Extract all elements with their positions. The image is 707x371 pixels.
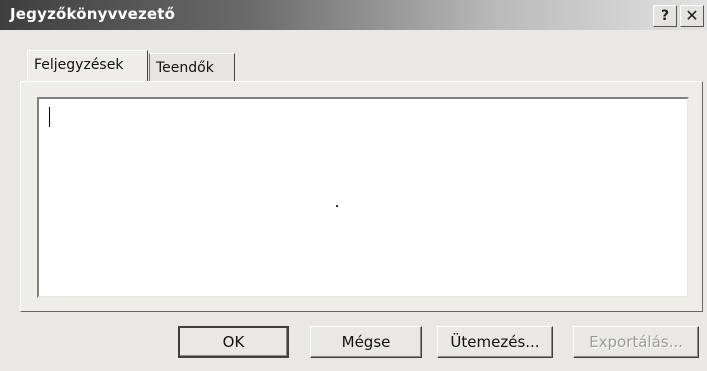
close-icon: ✕ <box>685 6 699 25</box>
tab-label: Feljegyzések <box>34 57 124 73</box>
window-title: Jegyzőkönyvvezető <box>10 5 176 23</box>
notes-textarea[interactable] <box>37 97 689 298</box>
help-icon: ? <box>660 8 670 24</box>
text-caret <box>49 107 50 127</box>
tab-feljegyzesek[interactable]: Feljegyzések <box>27 50 148 81</box>
tab-label: Teendők <box>156 60 214 76</box>
speck <box>336 205 338 207</box>
cancel-button[interactable]: Mégse <box>310 326 422 358</box>
ok-button[interactable]: OK <box>178 326 289 358</box>
title-bar[interactable]: Jegyzőkönyvvezető ? ✕ <box>0 0 707 30</box>
tab-teendok[interactable]: Teendők <box>149 53 235 81</box>
close-button[interactable]: ✕ <box>680 5 704 27</box>
schedule-button[interactable]: Ütemezés... <box>437 326 553 358</box>
help-button[interactable]: ? <box>653 5 677 27</box>
export-button[interactable]: Exportálás... <box>573 326 699 358</box>
